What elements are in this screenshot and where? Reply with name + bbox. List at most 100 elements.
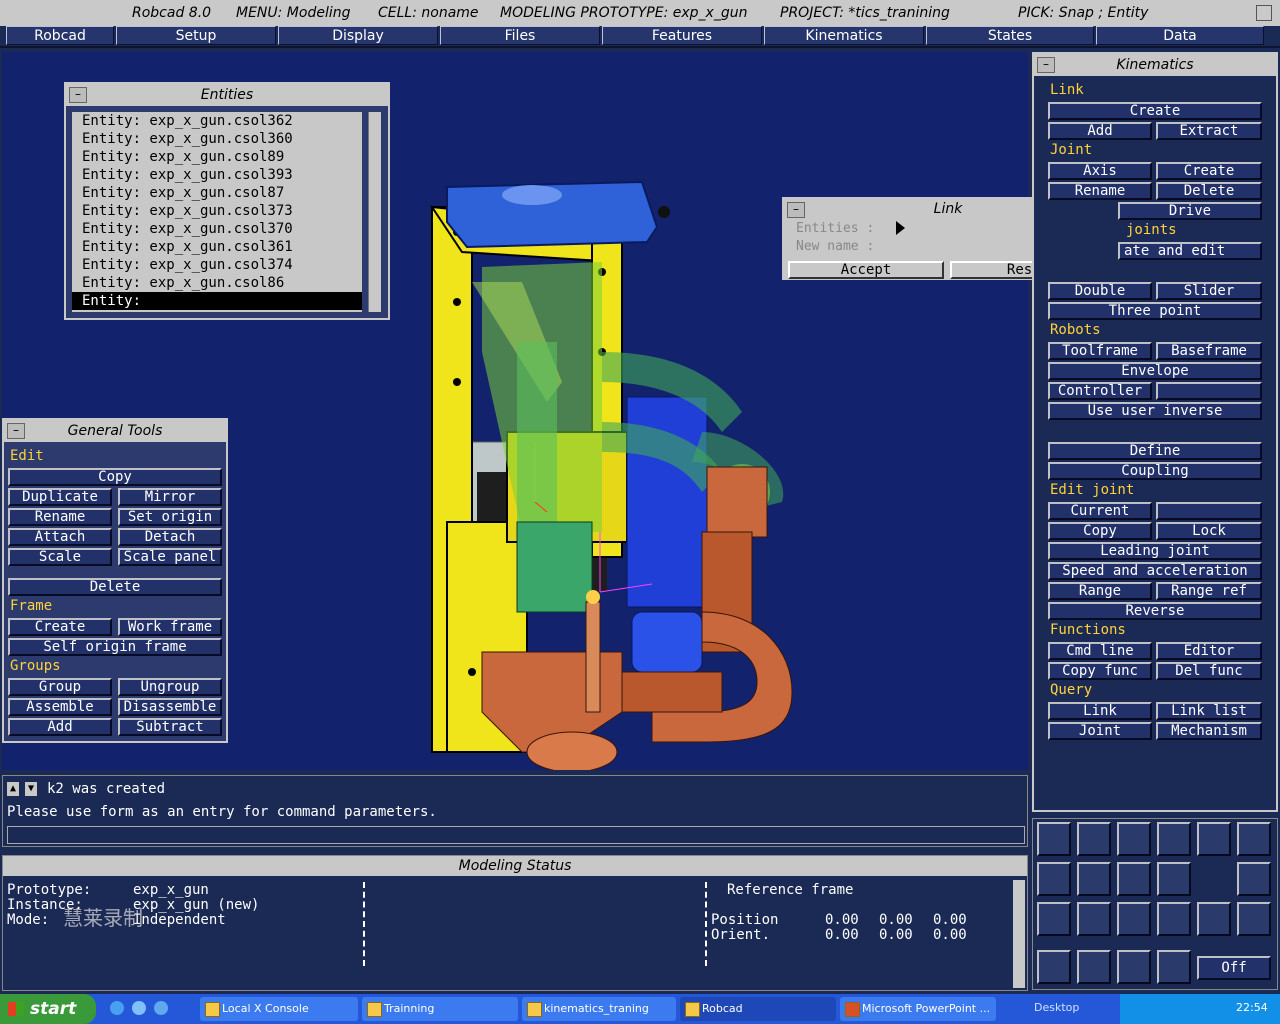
- transfer-tool-icon[interactable]: [1197, 902, 1231, 936]
- menu-display[interactable]: Display: [278, 26, 438, 45]
- range-ref-button[interactable]: Range ref: [1156, 582, 1262, 600]
- menu-setup[interactable]: Setup: [116, 26, 276, 45]
- controller-button[interactable]: Controller: [1048, 382, 1152, 400]
- duplicate-button[interactable]: Duplicate: [8, 488, 112, 506]
- tool-pen-icon[interactable]: [1237, 862, 1271, 896]
- scale-panel-button[interactable]: Scale panel: [118, 548, 222, 566]
- task-robcad[interactable]: Robcad: [680, 997, 836, 1021]
- menu-robcad[interactable]: Robcad: [6, 26, 114, 45]
- scale-button[interactable]: Scale: [8, 548, 112, 566]
- baseframe-button[interactable]: Baseframe: [1156, 342, 1262, 360]
- undo-tool-icon[interactable]: [1117, 950, 1151, 984]
- disassemble-button[interactable]: Disassemble: [118, 698, 222, 716]
- status-scrollbar[interactable]: [1013, 880, 1025, 988]
- three-point-button[interactable]: Three point: [1048, 302, 1262, 320]
- rename-button[interactable]: Rename: [8, 508, 112, 526]
- entities-pick-arrow-icon[interactable]: [896, 221, 905, 235]
- gun-tool-icon[interactable]: [1197, 822, 1231, 856]
- delete-button[interactable]: Delete: [8, 578, 222, 596]
- ungroup-button[interactable]: Ungroup: [118, 678, 222, 696]
- subtract-button[interactable]: Subtract: [118, 718, 222, 736]
- accept-button[interactable]: Accept: [788, 261, 944, 279]
- grid-tool-icon[interactable]: [1237, 902, 1271, 936]
- copy-button[interactable]: Copy: [8, 468, 222, 486]
- device-tool-icon[interactable]: [1077, 862, 1111, 896]
- menu-features[interactable]: Features: [602, 26, 762, 45]
- edit-table-tool-icon[interactable]: [1117, 902, 1151, 936]
- off-toggle-button[interactable]: Off: [1197, 956, 1271, 980]
- axis-button[interactable]: Axis: [1048, 162, 1152, 180]
- desktop-toolbar-label[interactable]: Desktop: [1034, 1001, 1079, 1014]
- operator-tool-icon[interactable]: [1037, 862, 1071, 896]
- media-icon[interactable]: [154, 1001, 168, 1015]
- detach-button[interactable]: Detach: [118, 528, 222, 546]
- ie-icon[interactable]: [110, 1001, 124, 1015]
- copy-func-button[interactable]: Copy func: [1048, 662, 1152, 680]
- rename-joint-button[interactable]: Rename: [1048, 182, 1152, 200]
- entities-scrollbar[interactable]: [368, 112, 381, 312]
- list-item[interactable]: Entity: exp_x_gun.csol87: [72, 184, 362, 202]
- range-button[interactable]: Range: [1048, 582, 1152, 600]
- mechanism-button[interactable]: Mechanism: [1156, 722, 1262, 740]
- double-button[interactable]: Double: [1048, 282, 1152, 300]
- axes-tool-icon[interactable]: [1237, 822, 1271, 856]
- toolframe-button[interactable]: Toolframe: [1048, 342, 1152, 360]
- menu-states[interactable]: States: [926, 26, 1094, 45]
- window-control-icon[interactable]: [1256, 5, 1272, 21]
- envelope-button[interactable]: Envelope: [1048, 362, 1262, 380]
- scroll-down-icon[interactable]: ▼: [25, 782, 37, 796]
- current-value-field[interactable]: [1156, 502, 1262, 520]
- query-joint-button[interactable]: Joint: [1048, 722, 1152, 740]
- joint-delete-button[interactable]: Delete: [1156, 182, 1262, 200]
- target-tool-icon[interactable]: [1077, 950, 1111, 984]
- self-origin-frame-button[interactable]: Self origin frame: [8, 638, 222, 656]
- drive-button[interactable]: Drive: [1118, 202, 1262, 220]
- panel-menu-icon[interactable]: –: [7, 423, 25, 439]
- list-item[interactable]: Entity: exp_x_gun.csol374: [72, 256, 362, 274]
- link-create-button[interactable]: Create: [1048, 102, 1262, 120]
- command-input[interactable]: [7, 826, 1025, 844]
- task-local-x-console[interactable]: Local X Console: [200, 997, 358, 1021]
- panel-menu-icon[interactable]: –: [1037, 57, 1055, 73]
- del-func-button[interactable]: Del func: [1156, 662, 1262, 680]
- link-extract-button[interactable]: Extract: [1156, 122, 1262, 140]
- list-item[interactable]: Entity: exp_x_gun.csol393: [72, 166, 362, 184]
- list-item[interactable]: Entity: exp_x_gun.csol361: [72, 238, 362, 256]
- lock-button[interactable]: Lock: [1156, 522, 1262, 540]
- entities-list[interactable]: Entity: exp_x_gun.csol362 Entity: exp_x_…: [72, 112, 362, 312]
- link-add-button[interactable]: Add: [1048, 122, 1152, 140]
- panel-menu-icon[interactable]: –: [69, 87, 87, 103]
- list-item[interactable]: Entity: exp_x_gun.csol362: [72, 112, 362, 130]
- query-link-button[interactable]: Link: [1048, 702, 1152, 720]
- surface-tool-icon[interactable]: [1157, 822, 1191, 856]
- task-powerpoint[interactable]: Microsoft PowerPoint ...: [840, 997, 996, 1021]
- use-user-inverse-button[interactable]: Use user inverse: [1048, 402, 1262, 420]
- joint-create-button[interactable]: Create: [1156, 162, 1262, 180]
- create-and-edit-button[interactable]: ate and edit: [1118, 242, 1262, 260]
- link-list-button[interactable]: Link list: [1156, 702, 1262, 720]
- list-item-selected[interactable]: Entity:: [72, 292, 362, 310]
- scroll-up-icon[interactable]: ▲: [7, 782, 19, 796]
- task-trainning[interactable]: Trainning: [362, 997, 518, 1021]
- hierarchy-tool-icon[interactable]: [1157, 862, 1191, 896]
- play-tool-icon[interactable]: [1037, 902, 1071, 936]
- list-item[interactable]: Entity: exp_x_gun.csol370: [72, 220, 362, 238]
- speed-acceleration-button[interactable]: Speed and acceleration: [1048, 562, 1262, 580]
- menu-data[interactable]: Data: [1096, 26, 1264, 45]
- coupling-button[interactable]: Coupling: [1048, 462, 1262, 480]
- mirror-button[interactable]: Mirror: [118, 488, 222, 506]
- list-item[interactable]: Entity: exp_x_gun.csol86: [72, 274, 362, 292]
- menu-files[interactable]: Files: [440, 26, 600, 45]
- kinematics-tool-icon[interactable]: [1037, 822, 1071, 856]
- current-button[interactable]: Current: [1048, 502, 1152, 520]
- reverse-button[interactable]: Reverse: [1048, 602, 1262, 620]
- slider-button[interactable]: Slider: [1156, 282, 1262, 300]
- editor-button[interactable]: Editor: [1156, 642, 1262, 660]
- list-item[interactable]: Entity: exp_x_gun.csol360: [72, 130, 362, 148]
- add-button[interactable]: Add: [8, 718, 112, 736]
- quicklaunch-icon[interactable]: [132, 1001, 146, 1015]
- weld-tool-icon[interactable]: [1157, 902, 1191, 936]
- refresh-tool-icon[interactable]: [1037, 950, 1071, 984]
- controller-value-field[interactable]: [1156, 382, 1262, 400]
- pick-tool-icon[interactable]: [1157, 950, 1191, 984]
